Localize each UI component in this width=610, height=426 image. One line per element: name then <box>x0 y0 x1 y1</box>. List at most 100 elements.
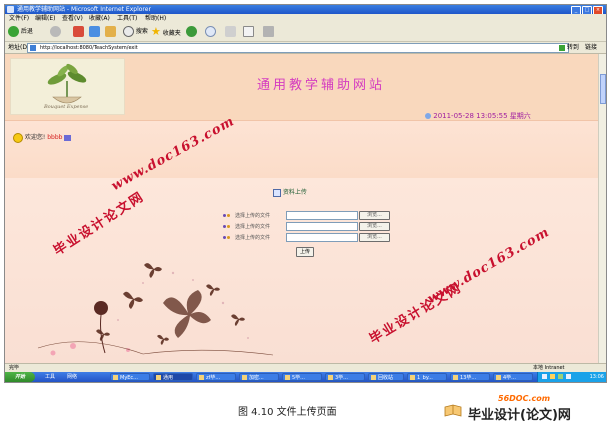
address-bar: 地址(D) http://localhost:8080/TeachSystem/… <box>5 42 606 54</box>
file-input[interactable] <box>286 211 358 220</box>
edit-button[interactable] <box>243 26 254 38</box>
document-icon <box>496 375 501 380</box>
menu-edit[interactable]: 编辑(E) <box>35 14 55 23</box>
taskbar-button[interactable]: zf毕... <box>196 373 236 381</box>
window-titlebar: 通用教学辅助网站 - Microsoft Internet Explorer _… <box>5 5 606 15</box>
home-button[interactable] <box>105 26 116 38</box>
tray-icon[interactable] <box>550 374 555 379</box>
taskbar-clock: 13:06 <box>589 374 604 380</box>
bullet-icon <box>227 214 230 217</box>
taskbar-button[interactable]: 回收站 <box>368 373 404 381</box>
taskbar-button-label: MyEc... <box>120 375 138 381</box>
search-label: 搜索 <box>135 28 148 35</box>
vertical-scrollbar[interactable] <box>598 54 606 363</box>
back-button[interactable]: 后退 <box>8 26 33 38</box>
lock-icon <box>242 375 247 380</box>
page-icon <box>30 45 36 51</box>
quick-launch-network[interactable]: 网络 <box>67 372 77 382</box>
links-button[interactable]: 链接 <box>585 42 597 53</box>
taskbar-button-label: 5毕... <box>292 375 305 381</box>
search-button[interactable]: 搜索 <box>123 26 148 38</box>
home-icon <box>105 26 116 37</box>
edit-icon <box>243 26 254 37</box>
browse-button[interactable]: 浏览... <box>359 211 390 220</box>
taskbar-button[interactable]: 5毕... <box>282 373 322 381</box>
menu-file[interactable]: 文件(F) <box>9 14 29 23</box>
quick-launch-tools[interactable]: 工具 <box>45 372 55 382</box>
smiley-icon <box>13 132 23 143</box>
taskbar-button-label: 1_by... <box>417 375 433 381</box>
taskbar-button[interactable]: 1_by... <box>407 373 447 381</box>
upload-submit-button[interactable]: 上传 <box>296 247 314 257</box>
bullet-icon <box>223 236 226 239</box>
refresh-button[interactable] <box>89 26 100 38</box>
username: bbbb <box>47 134 63 141</box>
taskbar-button[interactable]: 加密... <box>239 373 279 381</box>
taskbar-button-label: 加密... <box>249 375 264 381</box>
star-icon: ★ <box>151 25 161 38</box>
menu-favorites[interactable]: 收藏(A) <box>89 14 110 23</box>
window-title: 通用教学辅助网站 - Microsoft Internet Explorer <box>17 6 151 13</box>
stop-button[interactable] <box>73 26 84 38</box>
recycle-bin-icon <box>371 375 376 380</box>
browse-button[interactable]: 浏览... <box>359 233 390 242</box>
file-label: 选择上传的文件 <box>235 224 271 230</box>
go-arrow-icon <box>559 44 565 51</box>
menu-tools[interactable]: 工具(T) <box>117 14 137 23</box>
tray-icon[interactable] <box>542 374 547 379</box>
folder-icon <box>410 375 415 380</box>
address-url: http://localhost:8080/TeachSystem/exit <box>40 45 138 51</box>
bullet-icon <box>227 236 230 239</box>
start-button[interactable]: 开始 <box>5 372 35 382</box>
history-button[interactable] <box>186 26 197 38</box>
folder-icon <box>199 375 204 380</box>
system-tray: 13:06 <box>537 372 606 382</box>
butterfly-decoration <box>37 263 274 356</box>
bullet-icon <box>227 225 230 228</box>
go-button[interactable]: 转到 <box>559 42 579 53</box>
file-input[interactable] <box>286 233 358 242</box>
ie-icon <box>156 375 161 380</box>
datetime-text: 2011-05-28 13:05:55 星期六 <box>433 112 531 120</box>
site-header: Bouquet Expense 通用教学辅助网站 2011-05-28 13:0… <box>5 54 598 120</box>
refresh-icon <box>89 26 100 37</box>
menu-help[interactable]: 帮助(H) <box>145 14 166 23</box>
stop-icon <box>73 26 84 37</box>
tray-icon[interactable] <box>558 374 563 379</box>
browse-button[interactable]: 浏览... <box>359 222 390 231</box>
taskbar-button[interactable]: MyEc... <box>110 373 150 381</box>
print-button[interactable] <box>225 26 236 38</box>
search-icon <box>123 26 134 37</box>
clock-icon <box>425 113 431 119</box>
favorites-button[interactable]: ★ 收藏夹 <box>151 26 181 38</box>
mail-button[interactable] <box>205 26 216 38</box>
document-icon <box>273 188 281 197</box>
back-arrow-icon <box>8 26 19 37</box>
taskbar-button[interactable]: 3毕... <box>325 373 365 381</box>
taskbar-button-label: 3毕... <box>335 375 348 381</box>
address-input[interactable]: http://localhost:8080/TeachSystem/exit <box>27 43 569 53</box>
taskbar-button[interactable]: 13毕... <box>450 373 490 381</box>
forward-button[interactable] <box>50 26 61 38</box>
taskbar-button[interactable]: 4毕... <box>493 373 533 381</box>
menu-view[interactable]: 查看(V) <box>62 14 83 23</box>
bullet-icon <box>223 225 226 228</box>
mail-icon <box>205 26 216 37</box>
research-button[interactable] <box>263 26 274 38</box>
file-label: 选择上传的文件 <box>235 235 271 241</box>
brand-name: 毕业设计(论文)网 <box>468 408 571 423</box>
taskbar-button-label: 回收站 <box>378 375 394 381</box>
scrollbar-thumb[interactable] <box>600 74 606 104</box>
back-label: 后退 <box>20 28 33 35</box>
browser-toolbar: 后退 搜索 ★ 收藏夹 <box>5 23 606 42</box>
file-input[interactable] <box>286 222 358 231</box>
tray-icon[interactable] <box>566 374 571 379</box>
welcome-message: 欢迎您! bbbb <box>13 132 72 143</box>
logout-icon[interactable] <box>64 134 72 141</box>
ie-window: 通用教学辅助网站 - Microsoft Internet Explorer _… <box>4 4 607 383</box>
taskbar-button-label: 4毕... <box>503 375 516 381</box>
brand-logo: 56DOC.com 毕业设计(论文)网 <box>444 394 604 424</box>
forward-arrow-icon <box>50 26 61 37</box>
taskbar-button[interactable]: 通用 <box>153 373 193 381</box>
upload-panel: 资料上传 选择上传的文件 浏览... 选择上传的文件 浏览... 选择上传的文件… <box>5 178 598 363</box>
